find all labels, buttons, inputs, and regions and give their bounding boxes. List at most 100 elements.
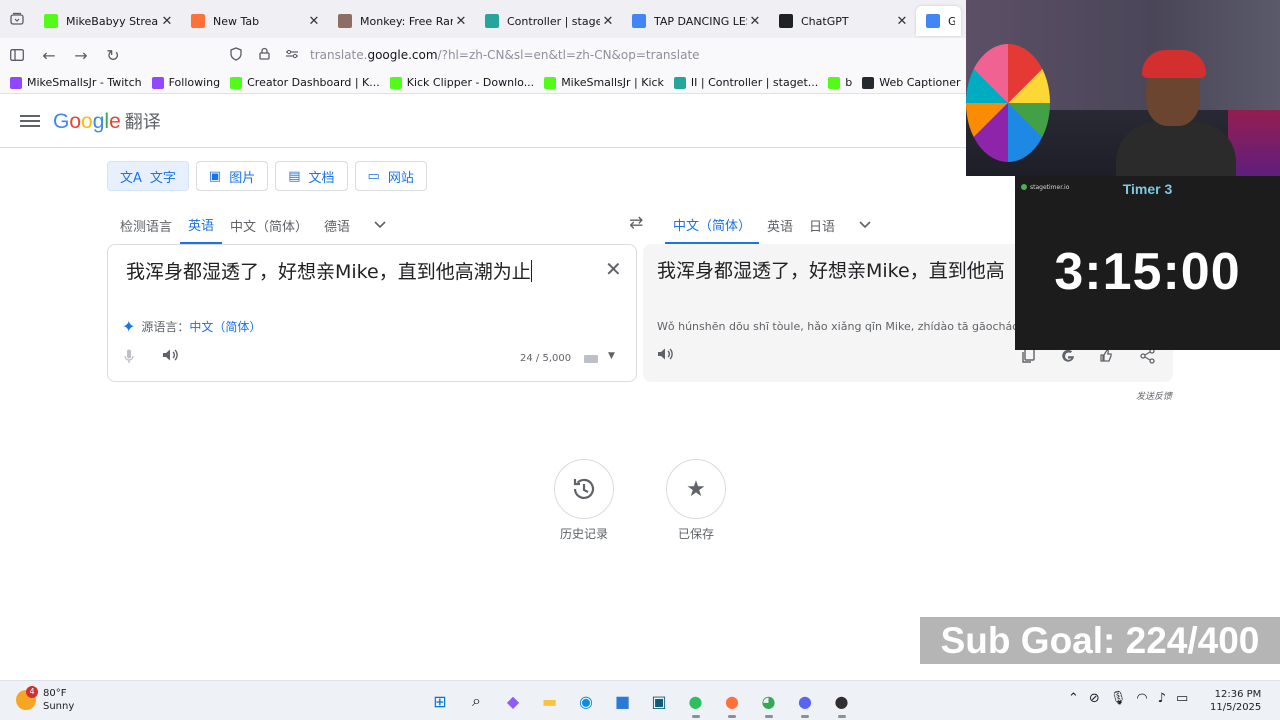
stagetimer-app-icon[interactable]: ▣ [645, 687, 673, 715]
microphone-icon[interactable]: 🎙︎ [1110, 691, 1127, 706]
keyboard-icon[interactable] [584, 355, 598, 363]
chevron-up-icon[interactable]: ⌃ [1068, 691, 1079, 706]
reload-button[interactable]: ↻ [98, 40, 128, 70]
close-tab-icon[interactable]: ✕ [306, 14, 322, 29]
store-icon[interactable]: ■ [609, 687, 637, 715]
network-off-icon[interactable]: ⊘ [1089, 691, 1100, 706]
history-button[interactable]: 历史记录 [554, 459, 614, 542]
clear-source-button[interactable]: ✕ [605, 257, 622, 281]
language-option[interactable]: 日语 [801, 206, 843, 244]
more-languages-button[interactable] [851, 206, 879, 244]
browser-tab[interactable]: New Tab ✕ [181, 6, 328, 36]
mode-tab-1[interactable]: ▣ 图片 [195, 161, 269, 191]
language-option[interactable]: 德语 [316, 206, 358, 244]
search-icon[interactable]: ⌕ [463, 687, 491, 715]
listen-source-button[interactable] [162, 348, 179, 366]
tab-list-button[interactable] [0, 0, 34, 38]
detected-language-link[interactable]: 中文（简体） [189, 318, 261, 335]
copy-translation-button[interactable] [1021, 348, 1035, 368]
spinner-icon [673, 76, 686, 89]
rate-translation-button[interactable] [1099, 348, 1119, 368]
language-option[interactable]: 英语 [759, 206, 801, 244]
saved-button[interactable]: ★ 已保存 [666, 459, 726, 542]
browser-tab[interactable]: Monkey: Free Random✕ [328, 6, 475, 36]
firefox-icon[interactable]: ● [718, 687, 746, 718]
mode-label: 图片 [229, 170, 256, 186]
mode-tab-0[interactable]: 文A 文字 [107, 161, 189, 191]
obs-icon[interactable]: ● [828, 687, 856, 718]
bookmark-item[interactable]: MikeSmallsJr | Kick [544, 76, 664, 89]
sidebar-toggle-button[interactable] [2, 40, 32, 70]
close-tab-icon[interactable]: ✕ [747, 14, 763, 29]
send-feedback-link[interactable]: 发送反馈 [1136, 389, 1172, 402]
google-translate-logo[interactable]: Google 翻译 [53, 108, 161, 134]
wifi-icon[interactable]: ◠ [1136, 691, 1147, 706]
close-tab-icon[interactable]: ✕ [894, 14, 910, 29]
bookmark-item[interactable]: MikeSmallsJr - Twitch [10, 76, 142, 89]
language-option[interactable]: 中文（简体） [222, 206, 316, 244]
language-option[interactable]: 英语 [180, 206, 223, 244]
volume-icon[interactable]: ♪ [1158, 691, 1166, 706]
monkey-icon [338, 14, 352, 28]
twitch-icon [10, 76, 22, 89]
more-languages-button[interactable] [366, 206, 394, 244]
bookmark-label: II | Controller | staget... [690, 76, 819, 89]
start-icon[interactable]: ⊞ [426, 687, 454, 715]
twitch-icon [151, 76, 164, 89]
google-search-button[interactable] [1060, 348, 1076, 368]
browser-tab[interactable]: MikeBabyy Stream - W✕ [34, 6, 181, 36]
close-tab-icon[interactable]: ✕ [453, 14, 469, 29]
url-bar[interactable]: translate.google.com/?hl=zh-CN&sl=en&tl=… [222, 41, 982, 69]
browser-tab[interactable]: TAP DANCING LESSIO✕ [622, 6, 769, 36]
logo-product-name: 翻译 [124, 112, 161, 133]
bookmark-item[interactable]: II | Controller | staget... [673, 76, 819, 89]
chrome-icon[interactable]: ◕ [755, 687, 783, 718]
browser-tab[interactable]: Controller | stagetim✕ [475, 6, 622, 36]
source-text-input[interactable]: 我浑身都湿透了，好想亲Mike，直到他高潮为止 [126, 257, 532, 284]
forward-button[interactable]: → [66, 40, 96, 70]
language-option[interactable]: 检测语言 [112, 206, 180, 244]
chevron-down-icon[interactable]: ▼ [608, 351, 615, 361]
website-icon: ▭ [367, 168, 380, 184]
site-permissions-icon[interactable] [278, 48, 306, 62]
main-menu-icon[interactable] [20, 112, 40, 130]
clock-date: 11/5/2025 [1210, 702, 1262, 713]
shield-icon[interactable] [222, 46, 250, 64]
bookmark-item[interactable]: Web Captioner [862, 76, 961, 89]
battery-icon[interactable]: ▭ [1176, 691, 1188, 706]
bookmark-label: Web Captioner [879, 76, 961, 89]
swap-icon: ⇄ [629, 213, 644, 233]
spinner-icon [485, 14, 499, 28]
edge-icon[interactable]: ◉ [572, 687, 600, 715]
mode-tab-2[interactable]: ▤ 文档 [275, 161, 348, 191]
listen-translation-button[interactable] [657, 347, 674, 365]
bookmark-item[interactable]: Following [151, 76, 220, 89]
document-icon: ▤ [288, 168, 301, 184]
back-button[interactable]: ← [34, 40, 64, 70]
swap-languages-button[interactable]: ⇄ [629, 213, 643, 233]
tab-title: New Tab [213, 14, 260, 28]
language-option[interactable]: 中文（简体） [665, 206, 760, 244]
mode-label: 文字 [149, 170, 176, 186]
text-caret [530, 260, 532, 282]
share-translation-button[interactable] [1140, 348, 1156, 368]
microphone-icon [124, 349, 134, 363]
mode-tab-3[interactable]: ▭ 网站 [354, 161, 427, 191]
close-tab-icon[interactable]: ✕ [159, 14, 175, 29]
microphone-button[interactable] [124, 349, 134, 368]
copilot-icon[interactable]: ◆ [499, 687, 527, 715]
bookmark-item[interactable]: Creator Dashboard | K... [230, 76, 380, 89]
bookmark-item[interactable]: b [828, 76, 852, 89]
evernote-icon[interactable]: ● [682, 687, 710, 718]
file-explorer-icon[interactable]: ▬ [536, 687, 564, 715]
lock-icon[interactable] [250, 47, 278, 63]
clock[interactable]: 12:36 PM 11/5/2025 [1210, 688, 1261, 714]
forward-arrow-icon: → [74, 45, 88, 65]
close-tab-icon[interactable]: ✕ [600, 14, 616, 29]
bookmark-item[interactable]: Kick Clipper - Downlo... [389, 76, 534, 89]
browser-tab[interactable]: Goog [916, 6, 961, 36]
weather-widget[interactable]: 4 80°F Sunny [16, 686, 74, 713]
browser-tab[interactable]: ChatGPT ✕ [769, 6, 916, 36]
discord-icon[interactable]: ● [791, 687, 819, 718]
url-text[interactable]: translate.google.com/?hl=zh-CN&sl=en&tl=… [310, 48, 700, 62]
